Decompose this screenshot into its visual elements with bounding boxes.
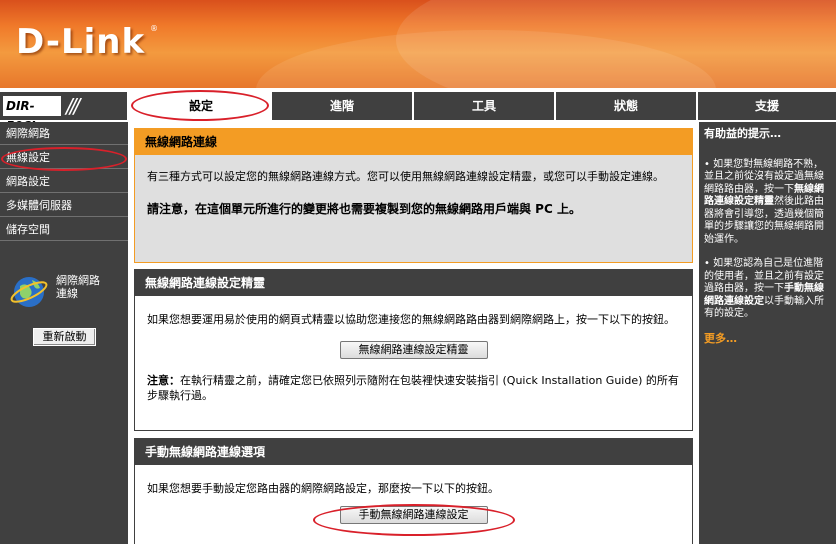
wizard-button[interactable]: 無線網路連線設定精靈 <box>339 341 488 359</box>
help-panel: 有助益的提示… • 如果您對無線網路不熟，並且之前從沒有設定過無線網路路由器，按… <box>699 122 836 544</box>
sidebar: 網際網路 無線設定 網路設定 多媒體伺服器 儲存空間 網際網路 連線 重新啟動 <box>0 122 128 544</box>
tab-setup[interactable]: 設定 <box>130 92 270 120</box>
slash-decoration: /// <box>66 94 80 118</box>
intro-note: 請注意，在這個單元所進行的變更將也需要複製到您的無線網路用戶端與 PC 上。 <box>147 202 581 216</box>
wizard-section: 無線網路連線設定精靈 如果您想要運用易於使用的網頁式精靈以協助您連接您的無線網路… <box>134 269 693 431</box>
model-label: DIR-506L <box>3 96 61 133</box>
sidebar-item-media-server[interactable]: 多媒體伺服器 <box>0 194 128 217</box>
internet-connection-label[interactable]: 網際網路 連線 <box>56 274 116 300</box>
manual-body: 如果您想要手動設定您路由器的網際網路設定，那麼按一下以下的按鈕。 手動無線網路連… <box>135 465 692 544</box>
wizard-title: 無線網路連線設定精靈 <box>135 270 692 296</box>
sidebar-item-internet[interactable]: 網際網路 <box>0 122 128 145</box>
help-title: 有助益的提示… <box>704 127 781 140</box>
intro-section: 無線網路連線 有三種方式可以設定您的無線網路連線方式。您可以使用無線網路連線設定… <box>134 128 693 263</box>
model-box: DIR-506L /// <box>0 92 128 133</box>
tab-advanced[interactable]: 進階 <box>270 92 412 120</box>
dlink-logo: D-Link <box>16 22 146 62</box>
registered-mark: ® <box>150 24 158 33</box>
manual-title: 手動無線網路連線選項 <box>135 439 692 465</box>
header-banner: D-Link ® <box>0 0 836 88</box>
tab-tools[interactable]: 工具 <box>412 92 554 120</box>
intro-body: 有三種方式可以設定您的無線網路連線方式。您可以使用無線網路連線設定精靈，或您可以… <box>135 155 692 262</box>
reboot-button[interactable]: 重新啟動 <box>33 328 96 346</box>
help-tip: • 如果您對無線網路不熟，並且之前從沒有設定過無線網路路由器，按一下無線網路連線… <box>704 158 824 245</box>
intro-title: 無線網路連線 <box>135 129 692 155</box>
manual-text: 如果您想要手動設定您路由器的網際網路設定，那麼按一下以下的按鈕。 <box>147 482 499 495</box>
tab-support[interactable]: 支援 <box>696 92 836 120</box>
help-tip: • 如果您認為自己是位進階的使用者，並且之前有設定過路由器，按一下手動無線網路連… <box>704 258 824 319</box>
more-link[interactable]: 更多… <box>704 332 831 346</box>
sidebar-item-network[interactable]: 網路設定 <box>0 170 128 193</box>
globe-icon[interactable] <box>10 272 48 310</box>
manual-section: 手動無線網路連線選項 如果您想要手動設定您路由器的網際網路設定，那麼按一下以下的… <box>134 438 693 544</box>
intro-text: 有三種方式可以設定您的無線網路連線方式。您可以使用無線網路連線設定精靈，或您可以… <box>147 170 664 183</box>
tab-status[interactable]: 狀態 <box>554 92 696 120</box>
sidebar-item-wireless[interactable]: 無線設定 <box>0 146 128 169</box>
wizard-body: 如果您想要運用易於使用的網頁式精靈以協助您連接您的無線網路路由器到網際網路上，按… <box>135 296 692 430</box>
wizard-text: 如果您想要運用易於使用的網頁式精靈以協助您連接您的無線網路路由器到網際網路上，按… <box>147 313 675 326</box>
wizard-note-label: 注意： <box>147 374 180 387</box>
sidebar-item-storage[interactable]: 儲存空間 <box>0 218 128 241</box>
wizard-note: 在執行精靈之前，請確定您已依照列示隨附在包裝裡快速安裝指引 (Quick Ins… <box>147 374 679 402</box>
manual-button[interactable]: 手動無線網路連線設定 <box>339 506 488 524</box>
